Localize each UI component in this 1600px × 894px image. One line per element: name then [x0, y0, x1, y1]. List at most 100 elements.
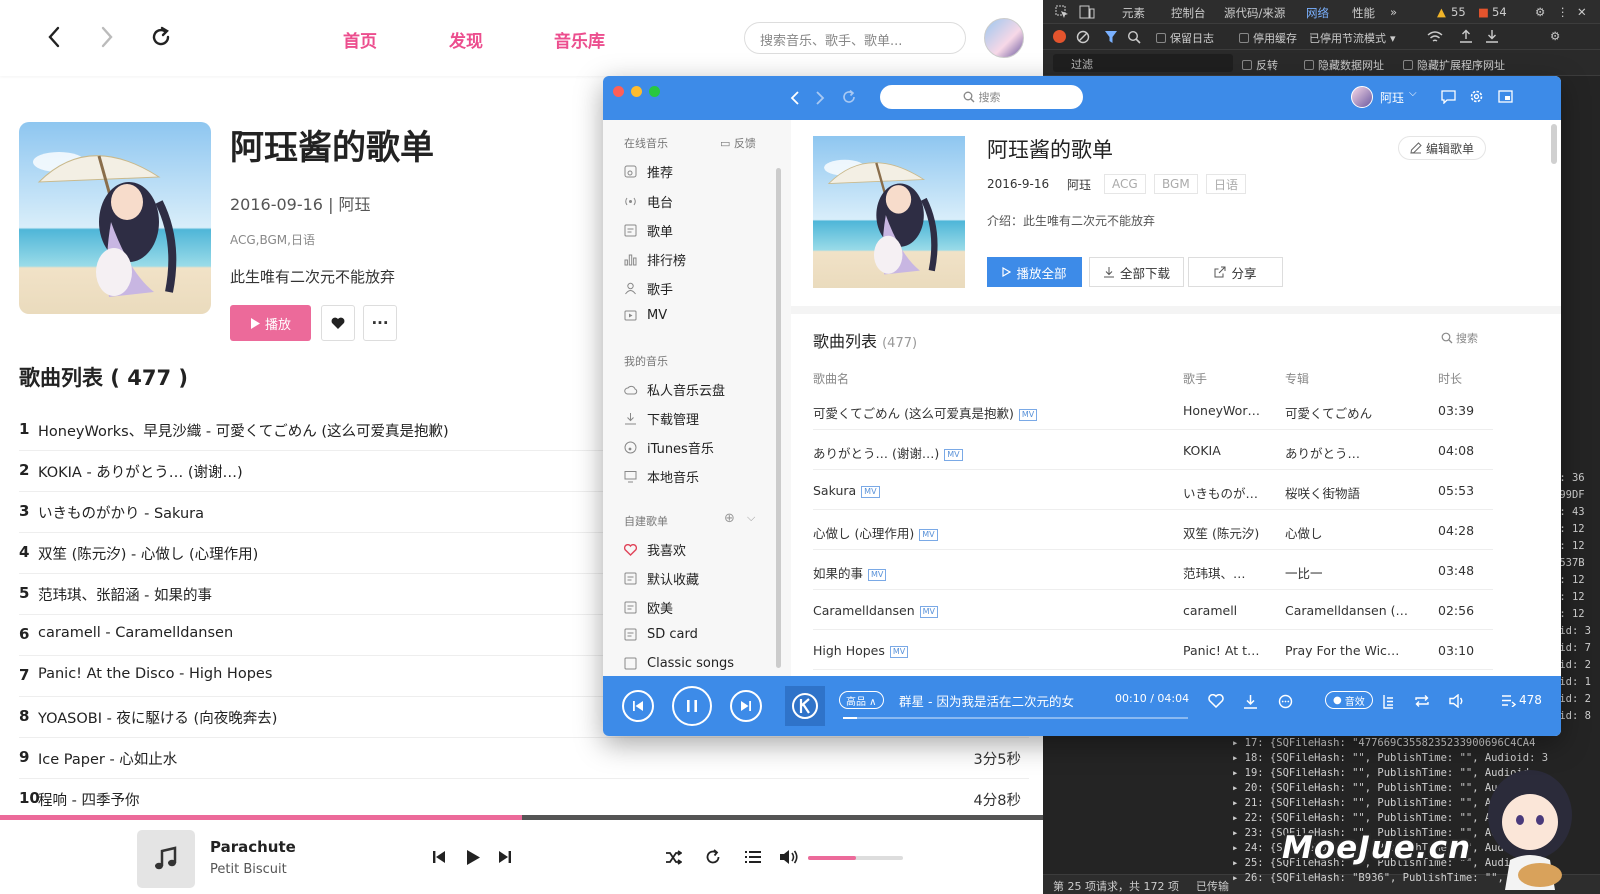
song-artist[interactable]: 范玮琪、…	[1183, 563, 1278, 582]
column-header-duration[interactable]: 时长	[1438, 370, 1462, 387]
edit-playlist-button[interactable]: 编辑歌单	[1398, 136, 1486, 160]
throttle-select[interactable]: 已停用节流模式 ▾	[1309, 30, 1396, 46]
add-playlist-icon[interactable]: ⊕	[724, 511, 735, 526]
warning-icon[interactable]: ▲	[1437, 5, 1446, 19]
sidebar-item-mv[interactable]: MV	[623, 308, 667, 323]
mv-badge[interactable]: MV	[868, 569, 887, 581]
window-minimize-icon[interactable]	[631, 86, 642, 97]
hide-ext-urls-checkbox[interactable]: 隐藏扩展程序网址	[1403, 57, 1505, 73]
lyrics-button[interactable]	[1379, 692, 1397, 710]
user-name[interactable]: 阿珏	[1380, 89, 1404, 106]
sidebar-item-classic-songs[interactable]: Classic songs	[623, 656, 734, 671]
disable-cache-checkbox[interactable]: 停用缓存	[1239, 30, 1297, 46]
table-row[interactable]: High Hopes MV Panic! At t… Pray For the Wic…	[813, 630, 1493, 670]
window-close-icon[interactable]	[613, 86, 624, 97]
play-all-button[interactable]: 播放全部	[987, 257, 1082, 287]
previous-button[interactable]	[426, 844, 452, 870]
column-header-album[interactable]: 专辑	[1285, 370, 1309, 387]
chevron-down-icon[interactable]: ⌵	[747, 511, 755, 525]
volume-button[interactable]	[776, 844, 802, 870]
table-row[interactable]: 心做し (心理作用) MV 双笙 (陈元汐) 心做し 04:28	[813, 510, 1493, 550]
table-row[interactable]: 如果的事 MV 范玮琪、… 一比一 03:48	[813, 550, 1493, 590]
nav-library[interactable]: 音乐库	[554, 27, 605, 52]
volume-slider[interactable]	[808, 856, 903, 860]
wifi-icon[interactable]	[1427, 30, 1443, 44]
share-button[interactable]: 分享	[1188, 257, 1283, 287]
kugou-search-input[interactable]: 搜索	[880, 85, 1083, 109]
song-album[interactable]: Caramelldansen (…	[1285, 603, 1415, 618]
tag-acg[interactable]: ACG	[1104, 174, 1146, 194]
download-button[interactable]	[1241, 692, 1259, 710]
mv-badge[interactable]: MV	[944, 449, 963, 461]
queue-button[interactable]: 478	[1501, 693, 1542, 707]
tab-elements[interactable]: 元素	[1122, 5, 1145, 21]
sidebar-item-favorites[interactable]: 我喜欢	[623, 540, 686, 559]
device-toggle-icon[interactable]	[1079, 5, 1095, 19]
column-header-name[interactable]: 歌曲名	[813, 370, 849, 387]
queue-button[interactable]	[740, 844, 766, 870]
mv-badge[interactable]: MV	[919, 529, 938, 541]
kugou-progress-bar[interactable]	[843, 717, 1188, 719]
shuffle-button[interactable]	[660, 844, 686, 870]
tag-japanese[interactable]: 日语	[1206, 174, 1247, 194]
repeat-button[interactable]	[1413, 692, 1431, 710]
table-row[interactable]: 可愛くてごめん (这么可爱真是抱歉) MV HoneyWor… 可愛くてごめん 03:3…	[813, 390, 1493, 430]
mini-mode-icon[interactable]	[1498, 90, 1513, 103]
like-button[interactable]	[1207, 692, 1225, 710]
play-button[interactable]: 播放	[230, 305, 311, 341]
forward-button[interactable]	[92, 22, 122, 52]
window-maximize-icon[interactable]	[649, 86, 660, 97]
table-row[interactable]: ありがとう… (谢谢…) MV KOKIA ありがとう… 04:08	[813, 430, 1493, 470]
download-icon[interactable]	[1485, 29, 1499, 43]
message-icon[interactable]	[1441, 90, 1456, 104]
mv-badge[interactable]: MV	[919, 606, 939, 618]
mv-badge[interactable]: MV	[861, 486, 880, 498]
log-line[interactable]: ▸ 17: {SQFileHash: "477669C3558235233900…	[1232, 736, 1600, 751]
song-album[interactable]: 心做し	[1285, 523, 1415, 542]
song-artist[interactable]: 双笙 (陈元汐)	[1183, 523, 1278, 542]
tab-sources[interactable]: 源代码/来源	[1224, 5, 1285, 21]
table-row[interactable]: Sakura MV いきものが… 桜咲く街物語 05:53	[813, 470, 1493, 510]
error-icon[interactable]: ■	[1478, 5, 1489, 19]
clear-icon[interactable]	[1076, 30, 1090, 44]
chevron-left-icon[interactable]	[790, 90, 800, 106]
sidebar-item-sd-card[interactable]: SD card	[623, 627, 698, 642]
record-icon[interactable]	[1053, 30, 1066, 43]
sidebar-item-charts[interactable]: 排行榜	[623, 250, 686, 269]
table-row[interactable]: 10 程响 - 四季予你 4分8秒	[19, 779, 1029, 820]
sound-effect-button[interactable]: ● 音效	[1325, 691, 1373, 709]
refresh-icon[interactable]	[841, 89, 857, 105]
volume-button[interactable]	[1448, 692, 1466, 710]
close-icon[interactable]: ✕	[1577, 5, 1587, 19]
user-avatar[interactable]	[1351, 86, 1373, 108]
nav-home[interactable]: 首页	[343, 27, 377, 52]
quality-selector[interactable]: 高品 ∧	[839, 691, 884, 709]
song-artist[interactable]: HoneyWor…	[1183, 403, 1278, 418]
song-artist[interactable]: Panic! At t…	[1183, 643, 1278, 658]
hide-data-urls-checkbox[interactable]: 隐藏数据网址	[1304, 57, 1384, 73]
previous-button[interactable]	[622, 690, 654, 722]
gear-icon[interactable]: ⚙	[1535, 5, 1545, 19]
inspect-icon[interactable]	[1055, 5, 1069, 19]
song-album[interactable]: 桜咲く街物語	[1285, 483, 1415, 502]
mv-badge[interactable]: MV	[1018, 409, 1038, 421]
settings-icon[interactable]: ⚙	[1550, 29, 1560, 43]
like-button[interactable]	[321, 305, 355, 341]
sidebar-item-itunes[interactable]: iTunes音乐	[623, 438, 714, 457]
song-album[interactable]: Pray For the Wic…	[1285, 643, 1415, 658]
invert-checkbox[interactable]: 反转	[1242, 57, 1278, 73]
pause-button[interactable]	[672, 686, 712, 726]
sidebar-item-playlists[interactable]: 歌单	[623, 221, 673, 240]
kugou-logo[interactable]	[785, 686, 825, 726]
table-row[interactable]: Caramelldansen MV caramell Caramelldansen (…	[813, 590, 1493, 630]
main-scrollbar[interactable]	[1551, 124, 1557, 164]
search-icon[interactable]	[1127, 30, 1141, 44]
refresh-button[interactable]	[146, 22, 176, 52]
song-artist[interactable]: KOKIA	[1183, 443, 1278, 458]
download-all-button[interactable]: 全部下载	[1089, 257, 1184, 287]
nav-discover[interactable]: 发现	[449, 27, 483, 52]
sidebar-item-default-collection[interactable]: 默认收藏	[623, 569, 699, 588]
search-input[interactable]: 搜索音乐、歌手、歌单...	[744, 22, 966, 54]
repeat-button[interactable]	[700, 844, 726, 870]
sidebar-item-recommend[interactable]: 推荐	[623, 162, 673, 181]
